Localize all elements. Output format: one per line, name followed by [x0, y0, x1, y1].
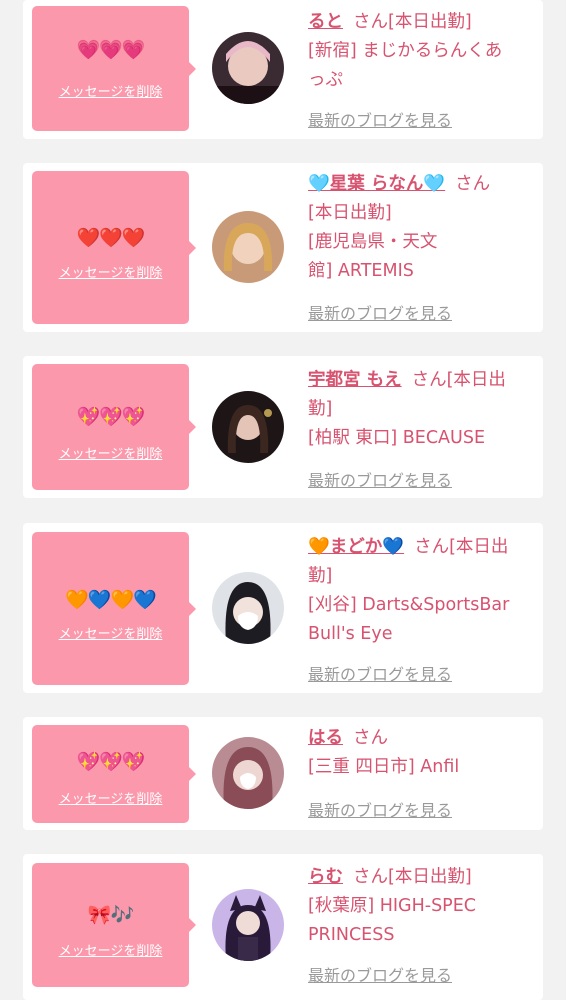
message-bubble: 🧡💙🧡💙 メッセージを削除 [32, 532, 196, 685]
avatar-photo [212, 572, 284, 644]
cast-info: 🩵星葉 らなん🩵 さん [本日出勤] [鹿児島県・天文 館] ARTEMIS [308, 170, 533, 286]
shop-name: [新宿] まじかるらんくあ [308, 41, 503, 61]
message-bubble: 💖💖💖 メッセージを削除 [32, 725, 196, 823]
avatar[interactable] [212, 211, 284, 283]
cast-name-link[interactable]: はる [308, 728, 343, 748]
delete-message-link[interactable]: メッセージを削除 [32, 84, 189, 102]
delete-message-link[interactable]: メッセージを削除 [32, 265, 189, 283]
attendance-status: [本日出勤] [308, 203, 392, 223]
delete-message-link[interactable]: メッセージを削除 [32, 626, 189, 644]
message-emoji: 💗💗💗 [76, 39, 146, 61]
avatar-photo [212, 889, 284, 961]
cast-suffix: さん [455, 174, 491, 194]
cast-info: はる さん [三重 四日市] Anfil [308, 724, 533, 782]
shop-name: [秋葉原] HIGH-SPEC [308, 896, 477, 916]
message-bubble: 🎀🎶 メッセージを削除 [32, 863, 196, 987]
cast-suffix: さん [353, 728, 388, 748]
cast-suffix: さん[本日出 [411, 370, 506, 390]
avatar[interactable] [212, 737, 284, 809]
shop-name: [鹿児島県・天文 [308, 232, 438, 252]
latest-blog-link[interactable]: 最新のブログを見る [308, 300, 452, 324]
shop-name: [三重 四日市] Anfil [308, 757, 460, 777]
cast-name-link[interactable]: ると [308, 12, 343, 32]
shop-name-cont: 館] ARTEMIS [308, 261, 414, 281]
message-card: 🧡💙🧡💙 メッセージを削除 🧡まどか💙 さん[本日出 勤] [刈谷] Darts&… [23, 523, 543, 693]
latest-blog-link[interactable]: 最新のブログを見る [308, 962, 452, 986]
message-card: 💖💖💖 メッセージを削除 宇都宮 もえ さん[本日出 勤] [柏駅 東口] BEC… [23, 356, 543, 498]
attendance-status: 勤] [308, 399, 333, 419]
avatar-photo [212, 391, 284, 463]
delete-message-link[interactable]: メッセージを削除 [32, 446, 189, 464]
avatar[interactable] [212, 391, 284, 463]
avatar[interactable] [212, 889, 284, 961]
cast-suffix: さん[本日出 [414, 537, 509, 557]
cast-suffix: さん[本日出勤] [353, 12, 472, 32]
latest-blog-link[interactable]: 最新のブログを見る [308, 797, 452, 821]
cast-info: 宇都宮 もえ さん[本日出 勤] [柏駅 東口] BECAUSE [308, 366, 533, 453]
message-bubble: 💗💗💗 メッセージを削除 [32, 6, 196, 131]
message-bubble: ❤️❤️❤️ メッセージを削除 [32, 171, 196, 324]
message-emoji: 💖💖💖 [76, 406, 146, 428]
cast-suffix: さん[本日出勤] [353, 867, 472, 887]
shop-name-cont: PRINCESS [308, 925, 395, 945]
latest-blog-link[interactable]: 最新のブログを見る [308, 107, 452, 131]
message-emoji: 🧡💙🧡💙 [65, 589, 157, 611]
shop-name: [刈谷] Darts&SportsBar [308, 595, 510, 615]
latest-blog-link[interactable]: 最新のブログを見る [308, 467, 452, 491]
message-card: 💗💗💗 メッセージを削除 ると さん[本日出勤] [新宿] まじかるらんくあ っぷ… [23, 0, 543, 139]
avatar[interactable] [212, 572, 284, 644]
message-bubble: 💖💖💖 メッセージを削除 [32, 364, 196, 490]
avatar[interactable] [212, 32, 284, 104]
cast-name-link[interactable]: らむ [308, 867, 343, 887]
cast-info: らむ さん[本日出勤] [秋葉原] HIGH-SPEC PRINCESS [308, 863, 533, 950]
message-emoji: ❤️❤️❤️ [76, 227, 146, 249]
message-card: 🎀🎶 メッセージを削除 らむ さん[本日出勤] [秋葉原] HIGH-SPEC P… [23, 854, 543, 1000]
latest-blog-link[interactable]: 最新のブログを見る [308, 661, 452, 685]
message-card: ❤️❤️❤️ メッセージを削除 🩵星葉 らなん🩵 さん [本日出勤] [鹿児島県・… [23, 163, 543, 332]
delete-message-link[interactable]: メッセージを削除 [32, 943, 189, 961]
cast-name-link[interactable]: 🩵星葉 らなん🩵 [308, 174, 445, 194]
cast-name-link[interactable]: 🧡まどか💙 [308, 537, 404, 557]
message-card: 💖💖💖 メッセージを削除 はる さん [三重 四日市] Anfil 最新のブログを… [23, 717, 543, 830]
shop-name-cont: Bull's Eye [308, 624, 393, 644]
cast-name-link[interactable]: 宇都宮 もえ [308, 370, 402, 390]
avatar-photo [212, 32, 284, 104]
cast-info: ると さん[本日出勤] [新宿] まじかるらんくあ っぷ [308, 8, 533, 95]
shop-name: [柏駅 東口] BECAUSE [308, 428, 486, 448]
cast-info: 🧡まどか💙 さん[本日出 勤] [刈谷] Darts&SportsBar Bull… [308, 533, 533, 649]
message-emoji: 💖💖💖 [76, 751, 146, 773]
shop-name-cont: っぷ [308, 70, 343, 90]
attendance-status: 勤] [308, 566, 333, 586]
message-emoji: 🎀🎶 [87, 904, 134, 926]
delete-message-link[interactable]: メッセージを削除 [32, 791, 189, 809]
avatar-photo [212, 211, 284, 283]
avatar-photo [212, 737, 284, 809]
